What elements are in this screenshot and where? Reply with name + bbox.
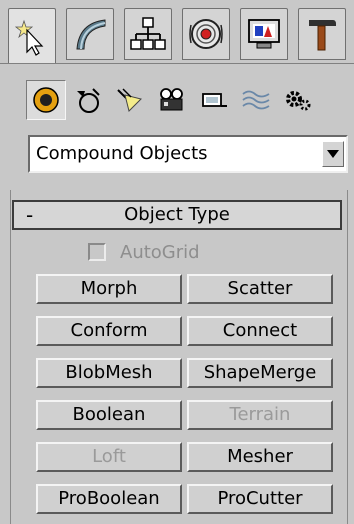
systems-gear-icon [286,91,311,111]
cameras-button[interactable] [152,80,192,120]
display-tab[interactable] [240,8,288,60]
modify-bend-icon [76,19,106,50]
utilities-tab[interactable] [298,8,346,60]
scatter-button[interactable]: Scatter [187,274,333,304]
shapes-button[interactable] [68,80,108,120]
object-category-dropdown[interactable]: Compound Objects [28,135,348,173]
tab-divider [0,63,354,64]
hierarchy-tab[interactable] [124,8,172,60]
category-toolbar [26,80,354,120]
blobmesh-button[interactable]: BlobMesh [36,358,182,388]
create-tab[interactable] [8,8,56,64]
conform-button[interactable]: Conform [36,316,182,346]
display-monitor-icon [248,19,280,49]
helpers-button[interactable] [194,80,234,120]
procutter-button[interactable]: ProCutter [187,484,333,514]
sphere-icon [33,87,59,113]
motion-tab[interactable] [182,8,230,60]
loft-button[interactable]: Loft [36,442,182,472]
shapemerge-button[interactable]: ShapeMerge [187,358,333,388]
shapes-icon [77,88,100,113]
helper-tape-icon [202,93,227,107]
morph-button[interactable]: Morph [36,274,182,304]
terrain-button[interactable]: Terrain [187,400,333,430]
autogrid-label: AutoGrid [120,241,200,263]
command-panel-tabs [8,8,354,64]
dropdown-arrow-button[interactable] [322,141,344,167]
rollout-title: Object Type [124,204,230,225]
light-icon [117,88,142,112]
boolean-button[interactable]: Boolean [36,400,182,430]
motion-icon [189,19,223,49]
chevron-down-icon [327,150,339,158]
autogrid-checkbox-row: AutoGrid [88,238,200,266]
hierarchy-icon [130,17,166,50]
proboolean-button[interactable]: ProBoolean [36,484,182,514]
autogrid-checkbox[interactable] [88,243,106,261]
create-star-cursor-icon [14,19,44,56]
rollout-header[interactable]: - Object Type [12,200,342,230]
hammer-icon [309,20,336,51]
space-warp-icon [242,90,270,110]
mesher-button[interactable]: Mesher [187,442,333,472]
connect-button[interactable]: Connect [187,316,333,346]
geometry-button[interactable] [26,80,66,120]
dropdown-value: Compound Objects [36,143,208,164]
systems-button[interactable] [278,80,318,120]
space-warps-button[interactable] [236,80,276,120]
lights-button[interactable] [110,80,150,120]
camera-icon [160,88,183,111]
modify-tab[interactable] [66,8,114,60]
